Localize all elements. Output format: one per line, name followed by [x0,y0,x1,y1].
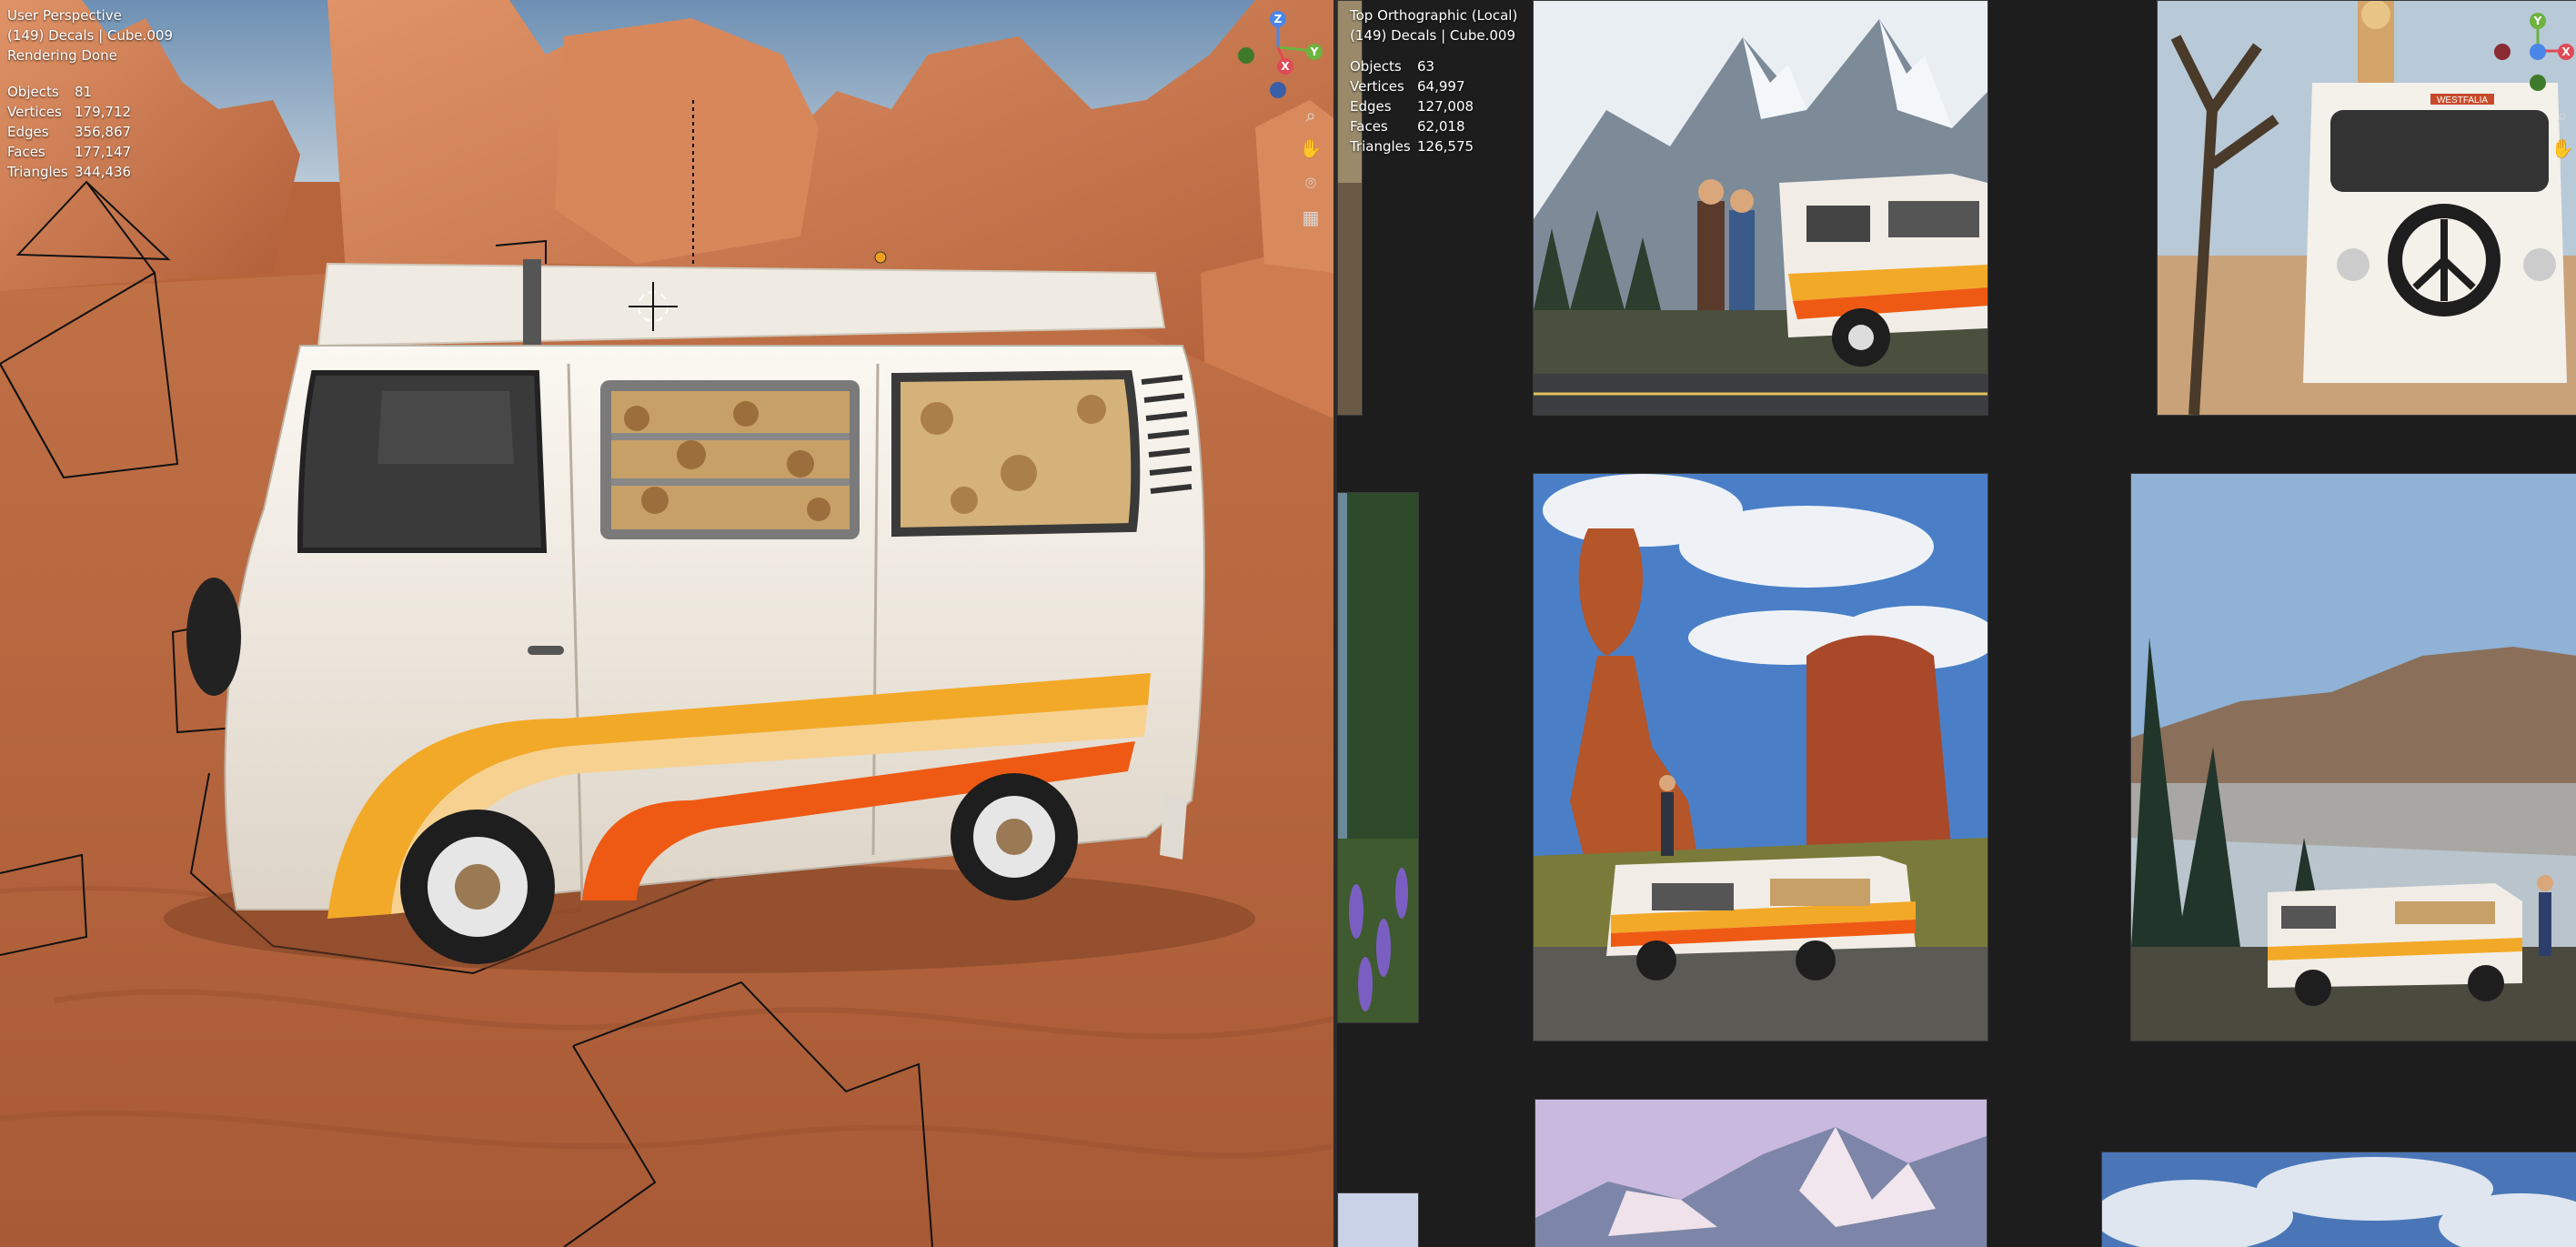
reference-image-mountain-couple[interactable] [1533,0,1988,416]
hand-pan-icon[interactable]: ✋ [1295,133,1326,164]
x-axis-icon[interactable]: X [2558,44,2574,60]
view-name: User Perspective [7,7,122,24]
render-status: Rendering Done [7,47,117,64]
neg-x-axis-icon[interactable] [2494,44,2511,60]
collection-info: (149) Decals | Cube.009 [7,27,174,44]
y-axis-icon[interactable]: Y [1306,44,1323,60]
collection-info: (149) Decals | Cube.009 [1350,27,1516,44]
navigation-gizmo[interactable]: Z Y X [1223,4,1333,113]
reference-image-lupine-forest[interactable] [1337,492,1419,1023]
scene-statistics: Objects 81 Vertices 179,712 Edges 356,867 F… [7,84,132,180]
left-viewport-info: User Perspective (149) Decals | Cube.009… [7,5,173,182]
zoom-icon[interactable]: ⌕ [1295,100,1326,131]
neg-y-axis-icon[interactable] [1238,47,1254,64]
reference-image-crater-lake[interactable] [2130,473,2576,1041]
neg-y-axis-icon[interactable] [2530,75,2546,91]
view-name: Top Orthographic (Local) [1350,7,1518,24]
y-axis-icon[interactable]: Y [2530,13,2546,29]
reference-image-cloudy-sky[interactable] [2101,1151,2576,1247]
desert-scene-render [0,0,1333,1247]
hand-pan-icon[interactable]: ✋ [2547,133,2576,164]
right-reference-viewport[interactable]: Top Orthographic (Local) (149) Decals | … [1337,0,2576,1247]
camera-icon[interactable]: ⌾ [1295,167,1326,198]
grid-icon[interactable]: ▦ [1295,202,1326,233]
x-axis-icon[interactable]: X [1277,58,1293,75]
z-axis-icon[interactable] [2530,44,2546,60]
reference-image-balanced-rock[interactable] [1533,473,1988,1041]
zoom-icon[interactable]: ⌕ [2547,100,2576,131]
neg-z-axis-icon[interactable] [1270,82,1286,98]
scene-statistics: Objects 63 Vertices 64,997 Edges 127,008 Fa… [1350,58,1474,155]
reference-image-strip-sky[interactable] [1337,1192,1419,1247]
navigation-gizmo-right[interactable]: Y X [2474,4,2576,113]
right-viewport-info: Top Orthographic (Local) (149) Decals | … [1350,5,1517,156]
z-axis-icon[interactable]: Z [1270,11,1286,27]
reference-image-snowy-peaks[interactable] [1535,1099,1987,1247]
left-3d-viewport[interactable]: User Perspective (149) Decals | Cube.009… [0,0,1333,1247]
